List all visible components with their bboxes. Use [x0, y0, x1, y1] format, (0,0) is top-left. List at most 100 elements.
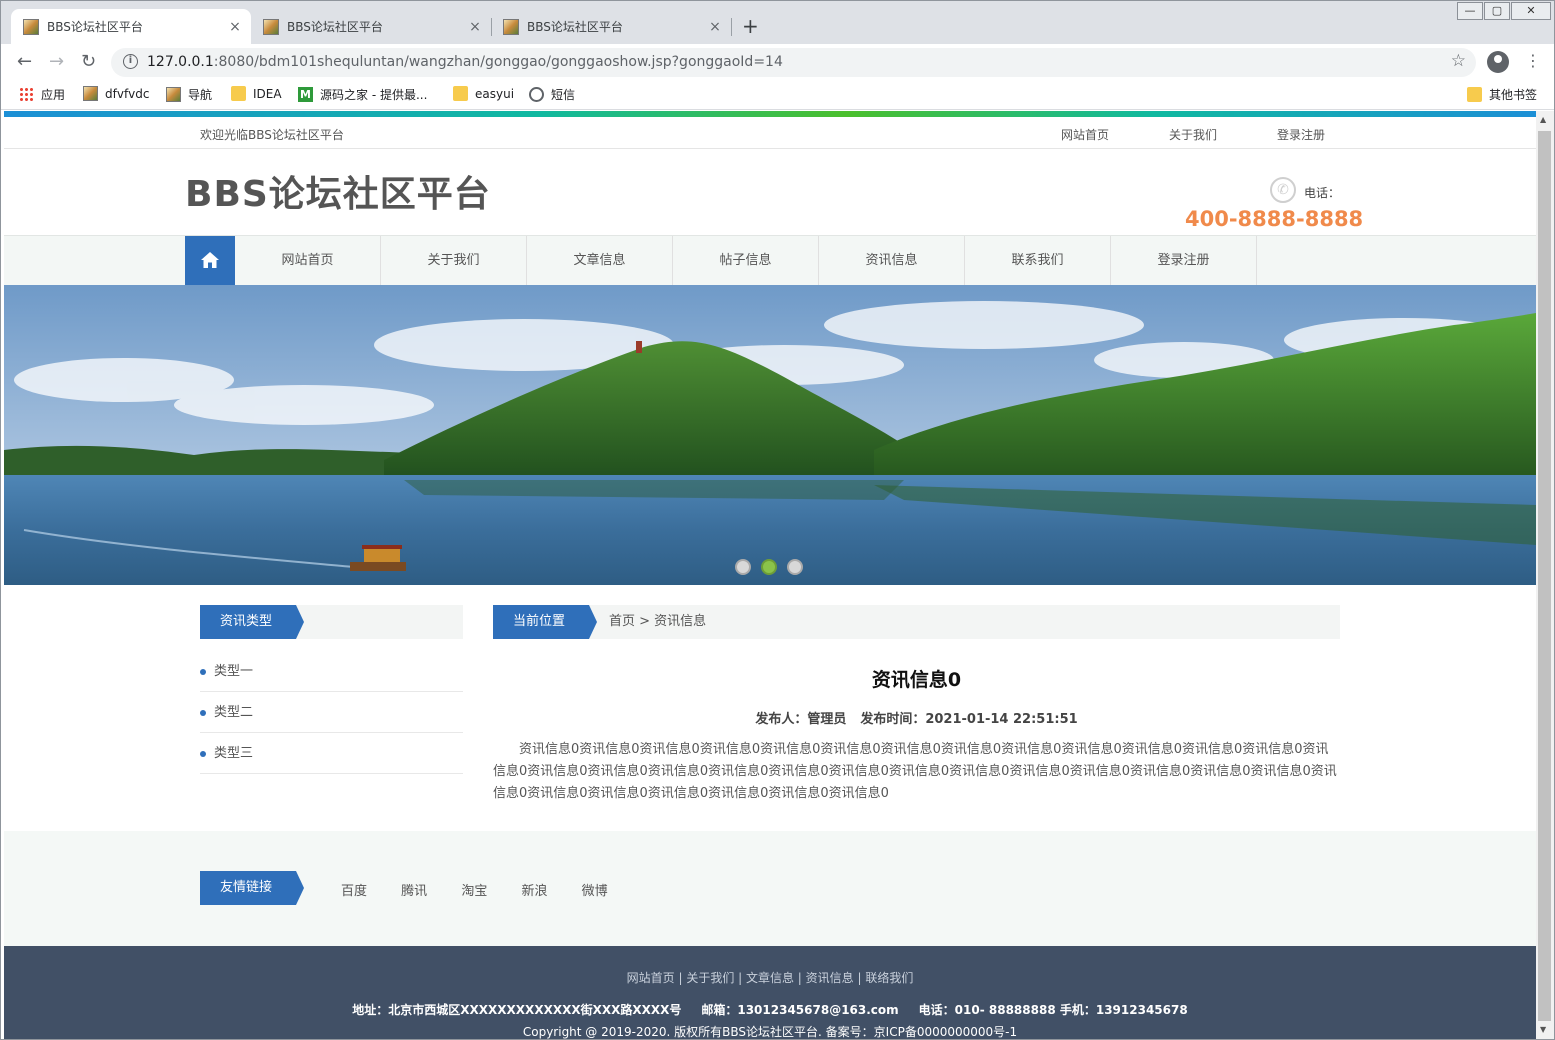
content-area: 资讯类型 类型一 类型二 类型三 当前位置 首页 > 资讯信息 资讯信息0 发布… — [4, 585, 1536, 831]
reload-icon[interactable]: ↻ — [81, 52, 96, 72]
close-window-button[interactable]: ✕ — [1511, 2, 1551, 20]
browser-tab-1[interactable]: BBS论坛社区平台 × — [11, 9, 251, 44]
tab-close-icon[interactable]: × — [705, 19, 725, 35]
lake-landscape-image — [4, 285, 1536, 585]
footer-nav[interactable]: 网站首页 | 关于我们 | 文章信息 | 资讯信息 | 联络我们 — [4, 946, 1536, 986]
folder-icon — [1467, 87, 1482, 102]
category-item-3[interactable]: 类型三 — [200, 733, 463, 774]
footer-copyright: Copyright @ 2019-2020. 版权所有BBS论坛社区平台. 备案… — [522, 1025, 1018, 1039]
footer-address: 地址：北京市西城区XXXXXXXXXXXXX街XXX路XXXX号 — [352, 1003, 682, 1017]
nav-item-posts[interactable]: 帖子信息 — [673, 236, 819, 286]
category-list: 类型一 类型二 类型三 — [200, 651, 463, 774]
friend-links-title: 友情链接 — [200, 871, 304, 905]
bookmarks-bar: 应用 dfvfvdc 导航 IDEA M 源码之家 - 提供最... easyui… — [1, 80, 1554, 110]
bookmark-label: 导航 — [188, 88, 213, 102]
friend-links-section: 友情链接 百度 腾讯 淘宝 新浪 微博 — [4, 831, 1536, 946]
site-logo[interactable]: BBS论坛社区平台 — [185, 165, 491, 217]
phone-label: 电话： — [1304, 186, 1341, 200]
nav-item-news[interactable]: 资讯信息 — [819, 236, 965, 286]
globe-icon — [529, 87, 544, 102]
image-icon — [83, 86, 98, 101]
page-scrollbar[interactable]: ▲ ▼ — [1536, 111, 1554, 1039]
restore-button[interactable]: ▢ — [1484, 2, 1510, 20]
carousel-dot-3[interactable] — [787, 559, 803, 575]
other-bookmarks[interactable]: 其他书签 — [1467, 86, 1537, 103]
carousel-dots — [735, 559, 803, 575]
footer-contact: 地址：北京市西城区XXXXXXXXXXXXX街XXX路XXXX号 邮箱：13012… — [4, 1001, 1536, 1018]
friend-link-taobao[interactable]: 淘宝 — [461, 884, 487, 899]
nav-item-contact[interactable]: 联系我们 — [965, 236, 1111, 286]
bookmark-idea[interactable]: IDEA — [231, 86, 282, 101]
bookmark-sms[interactable]: 短信 — [529, 86, 575, 103]
bookmark-source[interactable]: M 源码之家 - 提供最... — [298, 86, 427, 103]
browser-tab-3[interactable]: BBS论坛社区平台 × — [491, 9, 731, 44]
minimize-button[interactable]: — — [1457, 2, 1483, 20]
url-path: :8080/bdm101shequluntan/wangzhan/gonggao… — [213, 54, 783, 70]
scroll-up-arrow-icon[interactable]: ▲ — [1540, 115, 1546, 124]
top-link-login[interactable]: 登录注册 — [1277, 126, 1325, 143]
category-item-1[interactable]: 类型一 — [200, 651, 463, 692]
image-icon — [166, 87, 181, 102]
friend-link-weibo[interactable]: 微博 — [582, 884, 608, 899]
browser-toolbar: ← → ↻ i 127.0.0.1:8080/bdm101shequluntan… — [1, 44, 1554, 80]
friend-link-sina[interactable]: 新浪 — [521, 884, 547, 899]
bookmark-easyui[interactable]: easyui — [453, 86, 514, 101]
site-favicon-icon — [23, 18, 39, 35]
new-tab-button[interactable]: + — [742, 15, 759, 37]
top-link-home[interactable]: 网站首页 — [1061, 126, 1109, 143]
bookmark-label: 源码之家 - 提供最... — [320, 88, 428, 102]
friend-link-baidu[interactable]: 百度 — [341, 884, 367, 899]
tab-separator — [731, 18, 732, 36]
browser-tab-2[interactable]: BBS论坛社区平台 × — [251, 9, 491, 44]
tab-title: BBS论坛社区平台 — [47, 20, 143, 34]
top-link-about[interactable]: 关于我们 — [1169, 126, 1217, 143]
nav-item-about[interactable]: 关于我们 — [381, 236, 527, 286]
category-item-2[interactable]: 类型二 — [200, 692, 463, 733]
footer-phone: 电话：010- 88888888 手机：13912345678 — [918, 1003, 1188, 1017]
phone-icon: ✆ — [1270, 177, 1296, 203]
browser-menu-icon[interactable]: ⋮ — [1525, 51, 1541, 70]
friend-link-tencent[interactable]: 腾讯 — [401, 884, 427, 899]
hero-banner — [4, 285, 1536, 585]
site-topbar: 欢迎光临BBS论坛社区平台 网站首页 关于我们 登录注册 — [4, 117, 1536, 149]
bookmark-label: 其他书签 — [1489, 88, 1538, 102]
carousel-dot-1[interactable] — [735, 559, 751, 575]
breadcrumb: 当前位置 首页 > 资讯信息 — [493, 605, 1340, 639]
article-author: 发布人：管理员 — [755, 712, 847, 727]
carousel-dot-2[interactable] — [761, 559, 777, 575]
folder-icon — [453, 86, 468, 101]
page-viewport: 欢迎光临BBS论坛社区平台 网站首页 关于我们 登录注册 BBS论坛社区平台 ✆… — [4, 111, 1536, 1039]
news-category-sidebar: 资讯类型 类型一 类型二 类型三 — [200, 605, 463, 774]
url-text[interactable]: 127.0.0.1:8080/bdm101shequluntan/wangzha… — [147, 54, 783, 70]
nav-item-articles[interactable]: 文章信息 — [527, 236, 673, 286]
nav-item-login[interactable]: 登录注册 — [1111, 236, 1257, 286]
bookmark-label: IDEA — [253, 86, 282, 101]
breadcrumb-path[interactable]: 首页 > 资讯信息 — [609, 605, 706, 639]
bookmark-star-icon[interactable]: ☆ — [1451, 51, 1466, 71]
breadcrumb-label: 当前位置 — [493, 605, 597, 639]
bookmark-label: 短信 — [551, 88, 576, 102]
friend-links: 百度 腾讯 淘宝 新浪 微博 — [341, 880, 638, 899]
tab-close-icon[interactable]: × — [465, 19, 485, 35]
site-info-icon[interactable]: i — [123, 54, 138, 69]
bookmark-dfvfvdc[interactable]: dfvfvdc — [83, 86, 149, 101]
home-icon — [201, 252, 219, 268]
address-bar[interactable]: i 127.0.0.1:8080/bdm101shequluntan/wangz… — [111, 48, 1476, 77]
nav-item-home[interactable]: 网站首页 — [235, 236, 381, 286]
sidebar-title: 资讯类型 — [200, 605, 304, 639]
tab-title: BBS论坛社区平台 — [287, 20, 383, 34]
scrollbar-thumb[interactable] — [1538, 131, 1551, 1021]
forward-arrow-icon[interactable]: → — [49, 52, 64, 72]
sidebar-header: 资讯类型 — [200, 605, 463, 639]
back-arrow-icon[interactable]: ← — [17, 52, 32, 72]
nav-home-button[interactable] — [185, 236, 235, 286]
tab-close-icon[interactable]: × — [225, 19, 245, 35]
bookmark-apps[interactable]: 应用 — [19, 86, 65, 103]
bookmark-nav[interactable]: 导航 — [166, 86, 212, 103]
article-title: 资讯信息0 — [871, 669, 962, 691]
scroll-down-arrow-icon[interactable]: ▼ — [1540, 1025, 1546, 1034]
bookmark-label: dfvfvdc — [105, 86, 150, 101]
article-panel: 当前位置 首页 > 资讯信息 资讯信息0 发布人：管理员 发布时间：2021-01… — [493, 605, 1340, 805]
profile-avatar-icon[interactable] — [1487, 51, 1509, 73]
main-nav: 网站首页 关于我们 文章信息 帖子信息 资讯信息 联系我们 登录注册 — [4, 235, 1536, 286]
